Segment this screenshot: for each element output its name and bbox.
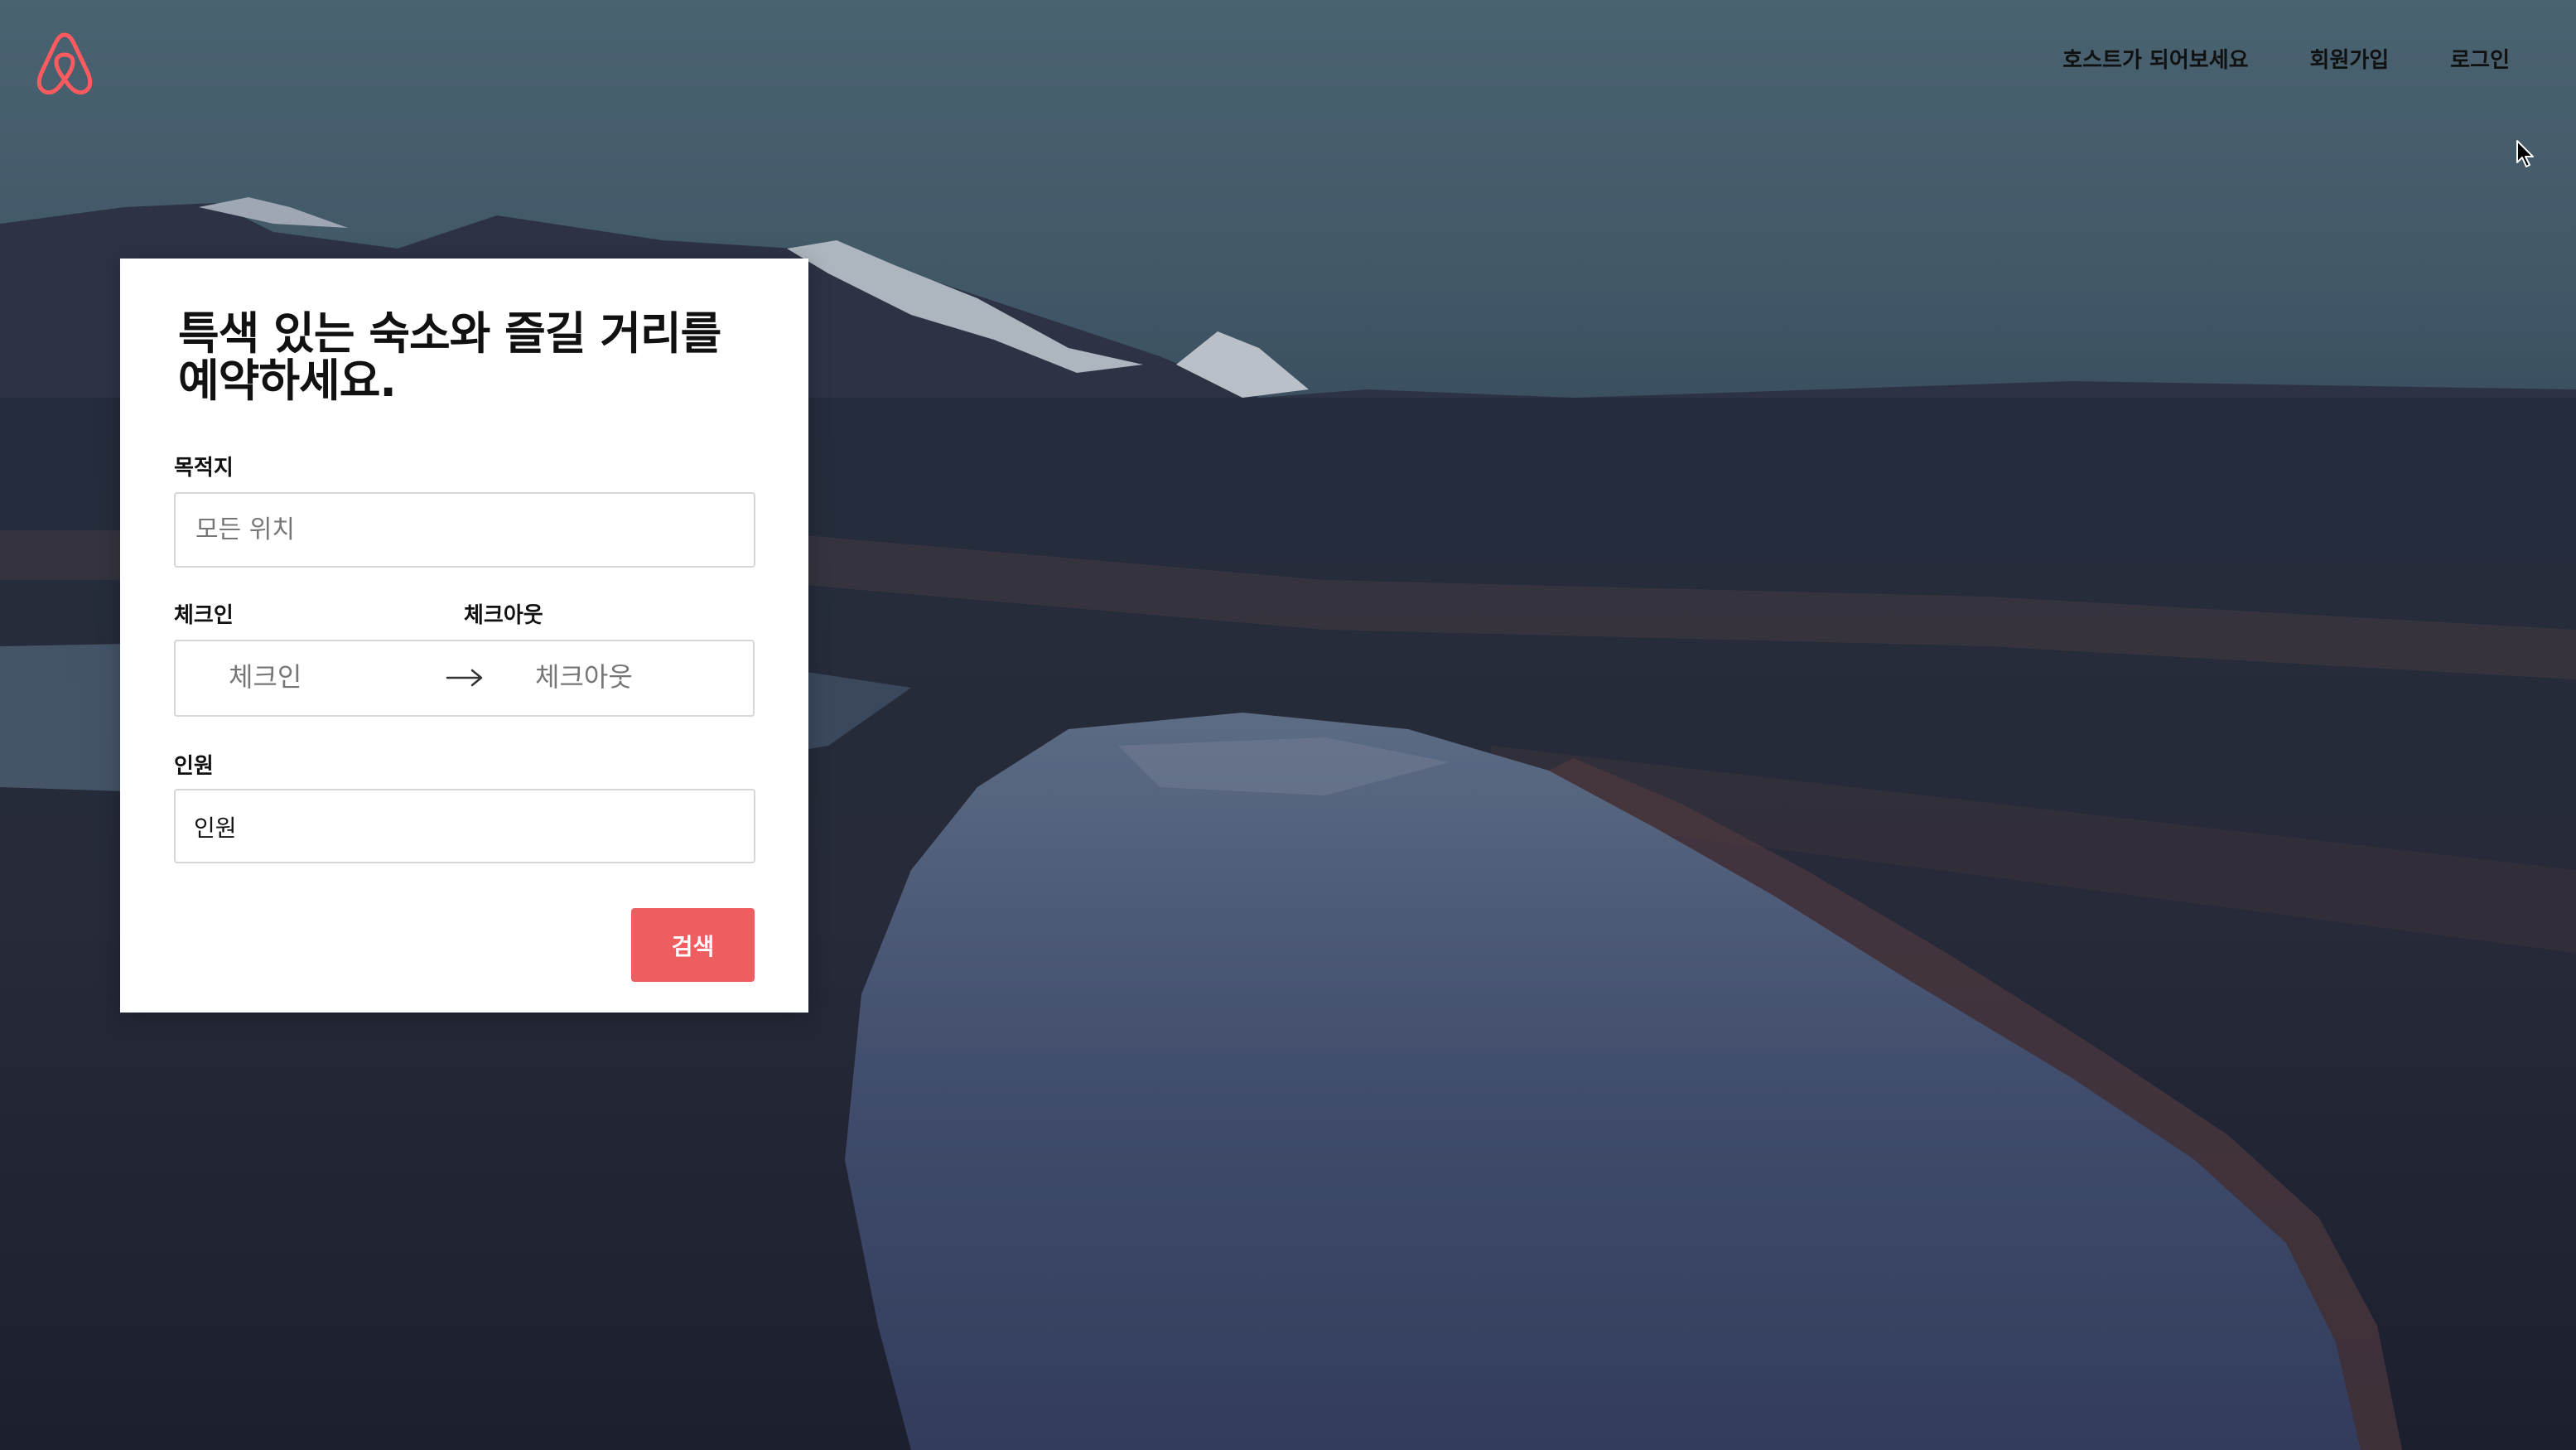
top-nav: 호스트가 되어보세요 회원가입 로그인 xyxy=(2001,43,2510,74)
search-button[interactable]: 검색 xyxy=(631,908,755,982)
guests-select[interactable]: 인원 xyxy=(174,789,755,863)
destination-input[interactable] xyxy=(176,494,754,566)
guests-label: 인원 xyxy=(174,754,214,779)
become-host-link[interactable]: 호스트가 되어보세요 xyxy=(2062,43,2248,74)
login-link[interactable]: 로그인 xyxy=(2450,43,2510,74)
checkout-input[interactable]: 체크아웃 xyxy=(535,656,633,694)
guests-value: 인원 xyxy=(194,814,237,842)
checkin-input[interactable]: 체크인 xyxy=(229,656,301,694)
mouse-cursor-icon xyxy=(2516,139,2535,169)
search-card-headline: 특색 있는 숙소와 즐길 거리를 예약하세요. xyxy=(178,307,721,407)
arrow-right-icon xyxy=(446,663,484,693)
destination-label: 목적지 xyxy=(174,456,234,481)
signup-link[interactable]: 회원가입 xyxy=(2310,43,2390,74)
checkout-label: 체크아웃 xyxy=(464,603,543,628)
date-range-field: 체크인 체크아웃 xyxy=(174,640,755,717)
checkin-label: 체크인 xyxy=(174,603,234,628)
destination-field xyxy=(174,492,755,568)
search-card: 특색 있는 숙소와 즐길 거리를 예약하세요. 목적지 체크인 체크아웃 체크인… xyxy=(120,259,808,1013)
airbnb-logo-icon[interactable] xyxy=(33,30,96,96)
